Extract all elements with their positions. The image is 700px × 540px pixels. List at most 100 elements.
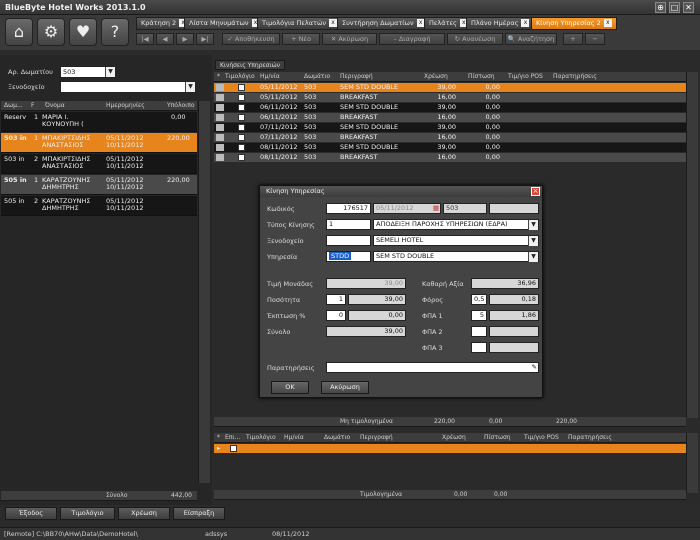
payment-button[interactable]: Είσπραξη xyxy=(173,507,225,520)
type-select[interactable]: ΑΠΟΔΕΙΞΗ ΠΑΡΟΧΗΣ ΥΠΗΡΕΣΙΩΝ (ΕΔΡΑ) ▼ xyxy=(373,219,539,230)
discount-amount-field[interactable]: 0,00 xyxy=(348,310,406,321)
invoice-checkbox[interactable] xyxy=(238,94,245,101)
vat2-rate-field[interactable] xyxy=(471,326,487,337)
invoice-checkbox[interactable] xyxy=(238,144,245,151)
select-checkbox[interactable] xyxy=(230,445,237,452)
new-button[interactable]: + Νέο xyxy=(282,33,320,45)
col-notes[interactable]: Παρατηρήσεις xyxy=(553,72,597,82)
col-date[interactable]: Ημ/νία xyxy=(284,433,304,443)
total-field[interactable]: 39,00 xyxy=(326,326,406,337)
chevron-down-icon[interactable]: ▼ xyxy=(528,220,538,230)
tab-service-movement[interactable]: Κίνηση Υπηρεσίας 2x xyxy=(531,17,617,30)
col-balance[interactable]: Υπόλοιπο xyxy=(167,101,194,111)
service-select[interactable]: SEM STD DOUBLE ▼ xyxy=(373,251,539,262)
unit-price-field[interactable]: 39,00 xyxy=(326,278,406,289)
delete-button[interactable]: – Διαγραφή xyxy=(379,33,445,45)
col-pos-invoice[interactable]: Τιμ/γιο POS xyxy=(508,72,543,82)
table-row[interactable]: 05/11/2012 503 BREAKFAST 16,00 0,00 xyxy=(214,93,686,102)
table-row[interactable]: 503 in 1 ΜΠΑΚΙΡΤΣΙΔΗΣ ΑΝΑΣΤΑΣΙΟΣ 05/11/2… xyxy=(1,133,197,153)
favorites-button[interactable]: ♥ xyxy=(69,18,97,46)
room-field[interactable]: 503 xyxy=(443,203,487,214)
vat1-rate-field[interactable]: 5 xyxy=(471,310,487,321)
table-row[interactable]: 07/11/2012 503 BREAKFAST 16,00 0,00 xyxy=(214,133,686,142)
settings-button[interactable]: ⚙ xyxy=(37,18,65,46)
table-row[interactable]: ▸ xyxy=(214,444,686,453)
table-row[interactable]: 07/11/2012 503 SEM STD DOUBLE 39,00 0,00 xyxy=(214,123,686,132)
col-description[interactable]: Περιγραφή xyxy=(360,433,393,443)
tab-close-icon[interactable]: x xyxy=(329,19,338,27)
chevron-down-icon[interactable]: ▼ xyxy=(185,82,195,92)
vat3-value-field[interactable] xyxy=(489,342,539,353)
nav-prev-button[interactable]: ◀ xyxy=(156,33,174,45)
tab-messages[interactable]: Λίστα Μηνυμάτων x xyxy=(184,17,265,30)
col-notes[interactable]: Παρατηρήσεις xyxy=(568,433,612,443)
chevron-down-icon[interactable]: ▼ xyxy=(105,67,115,77)
add-filter-button[interactable]: + xyxy=(563,33,583,45)
quantity-amount-field[interactable]: 39,00 xyxy=(348,294,406,305)
vat1-value-field[interactable]: 1,86 xyxy=(489,310,539,321)
type-code-field[interactable]: 1 xyxy=(326,219,371,230)
col-invoice[interactable]: Τιμολόγιο xyxy=(225,72,255,82)
invoice-button[interactable]: Τιμολόγιο xyxy=(60,507,115,520)
table-row[interactable]: 505 in 1 ΚΑΡΑΤΖΟΥΝΗΣ ΔΗΜΗΤΡΗΣ 05/11/2012… xyxy=(1,175,197,195)
col-charge[interactable]: Χρέωση xyxy=(442,433,466,443)
maximize-icon[interactable]: □ xyxy=(669,2,680,13)
cancel-button[interactable]: Ακύρωση xyxy=(321,381,369,394)
chevron-down-icon[interactable]: ▼ xyxy=(528,252,538,262)
hotel-code-field[interactable] xyxy=(326,235,371,246)
tab-service-movements[interactable]: Κινήσεις Υπηρεσιών xyxy=(215,60,285,70)
col-pos-invoice[interactable]: Τιμ/γιο POS xyxy=(524,433,559,443)
home-button[interactable]: ⌂ xyxy=(5,18,33,46)
col-dates[interactable]: Ημερομηνίες xyxy=(106,101,145,111)
main-scrollbar[interactable] xyxy=(686,72,698,418)
invoice-checkbox[interactable] xyxy=(238,124,245,131)
date-field[interactable]: 05/11/2012 ▦ xyxy=(373,203,441,214)
calendar-icon[interactable]: ▦ xyxy=(433,204,439,213)
table-row[interactable]: 08/11/2012 503 BREAKFAST 16,00 0,00 xyxy=(214,153,686,162)
col-invoice[interactable]: Τιμολόγιο xyxy=(246,433,276,443)
chevron-down-icon[interactable]: ▼ xyxy=(528,236,538,246)
restore-icon[interactable]: ⊕ xyxy=(655,2,666,13)
tab-close-icon[interactable]: x xyxy=(603,19,612,27)
close-icon[interactable]: ✕ xyxy=(683,2,694,13)
vat2-value-field[interactable] xyxy=(489,326,539,337)
table-row[interactable]: 08/11/2012 503 SEM STD DOUBLE 39,00 0,00 xyxy=(214,143,686,152)
service-code-field[interactable]: STDD xyxy=(326,251,371,262)
notes-field[interactable]: ✎ xyxy=(326,362,539,373)
refresh-button[interactable]: ↻ Ανανέωση xyxy=(447,33,503,45)
invoice-checkbox[interactable] xyxy=(238,84,245,91)
invoice-checkbox[interactable] xyxy=(238,154,245,161)
tab-room-maintenance[interactable]: Συντήρηση Δωματίων x xyxy=(337,17,430,30)
hotel-select[interactable]: SEMELI HOTEL ▼ xyxy=(373,235,539,246)
code-field[interactable]: 176517 xyxy=(326,203,371,214)
discount-field[interactable]: 0 xyxy=(326,310,346,321)
col-credit[interactable]: Πίστωση xyxy=(468,72,495,82)
col-select[interactable]: Επι... xyxy=(225,433,240,443)
nav-last-button[interactable]: ▶| xyxy=(196,33,214,45)
col-flag[interactable]: F xyxy=(31,101,34,111)
exit-button[interactable]: Έξοδος xyxy=(5,507,57,520)
tax-value-field[interactable]: 0,18 xyxy=(489,294,539,305)
tax-rate-field[interactable]: 0,5 xyxy=(471,294,487,305)
remove-filter-button[interactable]: − xyxy=(585,33,605,45)
quantity-field[interactable]: 1 xyxy=(326,294,346,305)
close-icon[interactable]: × xyxy=(531,187,540,196)
billed-scrollbar[interactable] xyxy=(686,433,698,493)
hotel-select[interactable]: ▼ xyxy=(60,81,196,93)
col-room[interactable]: Δωμάτιο xyxy=(304,72,330,82)
net-value-field[interactable]: 36,96 xyxy=(471,278,539,289)
col-room[interactable]: Δωμάτιο xyxy=(324,433,350,443)
invoice-checkbox[interactable] xyxy=(238,104,245,111)
table-row[interactable]: Reserv 1 ΜΑΡΙΑ Ι. ΚΟΥΝΟΥΠΗ ( 0,00 xyxy=(1,112,197,132)
table-row[interactable]: 06/11/2012 503 BREAKFAST 16,00 0,00 xyxy=(214,113,686,122)
ok-button[interactable]: OK xyxy=(271,381,309,394)
invoice-checkbox[interactable] xyxy=(238,134,245,141)
extra-field[interactable] xyxy=(489,203,539,214)
cancel-button[interactable]: ✕ Ακύρωση xyxy=(322,33,377,45)
tab-invoices[interactable]: Τιμολόγια Πελατών x xyxy=(257,17,343,30)
col-credit[interactable]: Πίστωση xyxy=(484,433,511,443)
lookup-icon[interactable]: ✎ xyxy=(532,363,537,372)
table-row[interactable]: 505 in 2 ΚΑΡΑΤΖΟΥΝΗΣ ΔΗΜΗΤΡΗΣ 05/11/2012… xyxy=(1,196,197,216)
table-row[interactable]: 06/11/2012 503 SEM STD DOUBLE 39,00 0,00 xyxy=(214,103,686,112)
col-date[interactable]: Ημ/νία xyxy=(260,72,280,82)
